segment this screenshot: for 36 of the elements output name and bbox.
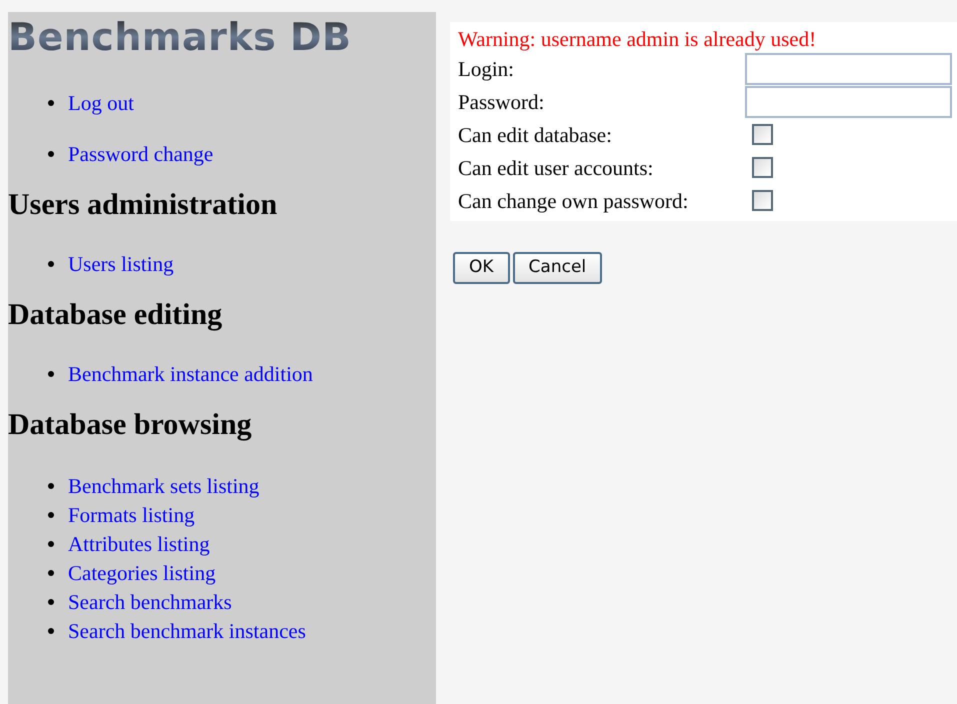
checkbox[interactable] xyxy=(752,157,773,178)
field-label: Login: xyxy=(458,56,515,82)
bullet-icon xyxy=(48,599,54,605)
bullet-icon xyxy=(48,371,54,377)
nav-link[interactable]: Formats listing xyxy=(68,502,195,528)
nav-link[interactable]: Categories listing xyxy=(68,560,216,586)
field-label: Can edit database: xyxy=(458,122,613,148)
bullet-icon xyxy=(48,100,54,106)
nav-link[interactable]: Benchmark sets listing xyxy=(68,473,260,499)
bullet-icon xyxy=(48,628,54,634)
bullet-icon xyxy=(48,261,54,267)
bullet-icon xyxy=(48,570,54,576)
bullet-icon xyxy=(48,512,54,518)
bullet-icon xyxy=(48,151,54,157)
section-heading: Database editing xyxy=(8,297,224,333)
warning-message: Warning: username admin is already used! xyxy=(458,26,818,52)
bullet-icon xyxy=(48,483,54,489)
nav-link[interactable]: Attributes listing xyxy=(68,531,210,557)
bullet-icon xyxy=(48,541,54,547)
nav-link[interactable]: Users listing xyxy=(68,251,174,277)
text-input[interactable] xyxy=(745,86,952,118)
section-heading: Database browsing xyxy=(8,407,253,443)
ok-button[interactable]: OK xyxy=(453,252,510,284)
nav-link[interactable]: Log out xyxy=(68,90,134,116)
section-heading: Users administration xyxy=(8,187,278,223)
nav-link[interactable]: Search benchmarks xyxy=(68,589,232,615)
field-label: Can change own password: xyxy=(458,188,690,214)
field-label: Password: xyxy=(458,88,546,114)
field-label: Can edit user accounts: xyxy=(458,154,654,180)
checkbox[interactable] xyxy=(752,190,773,211)
cancel-button[interactable]: Cancel xyxy=(512,252,602,284)
text-input[interactable] xyxy=(745,52,952,84)
nav-link[interactable]: Benchmark instance addition xyxy=(68,361,313,387)
nav-link[interactable]: Search benchmark instances xyxy=(68,618,306,644)
nav-link[interactable]: Password change xyxy=(68,141,214,167)
checkbox[interactable] xyxy=(752,124,773,145)
